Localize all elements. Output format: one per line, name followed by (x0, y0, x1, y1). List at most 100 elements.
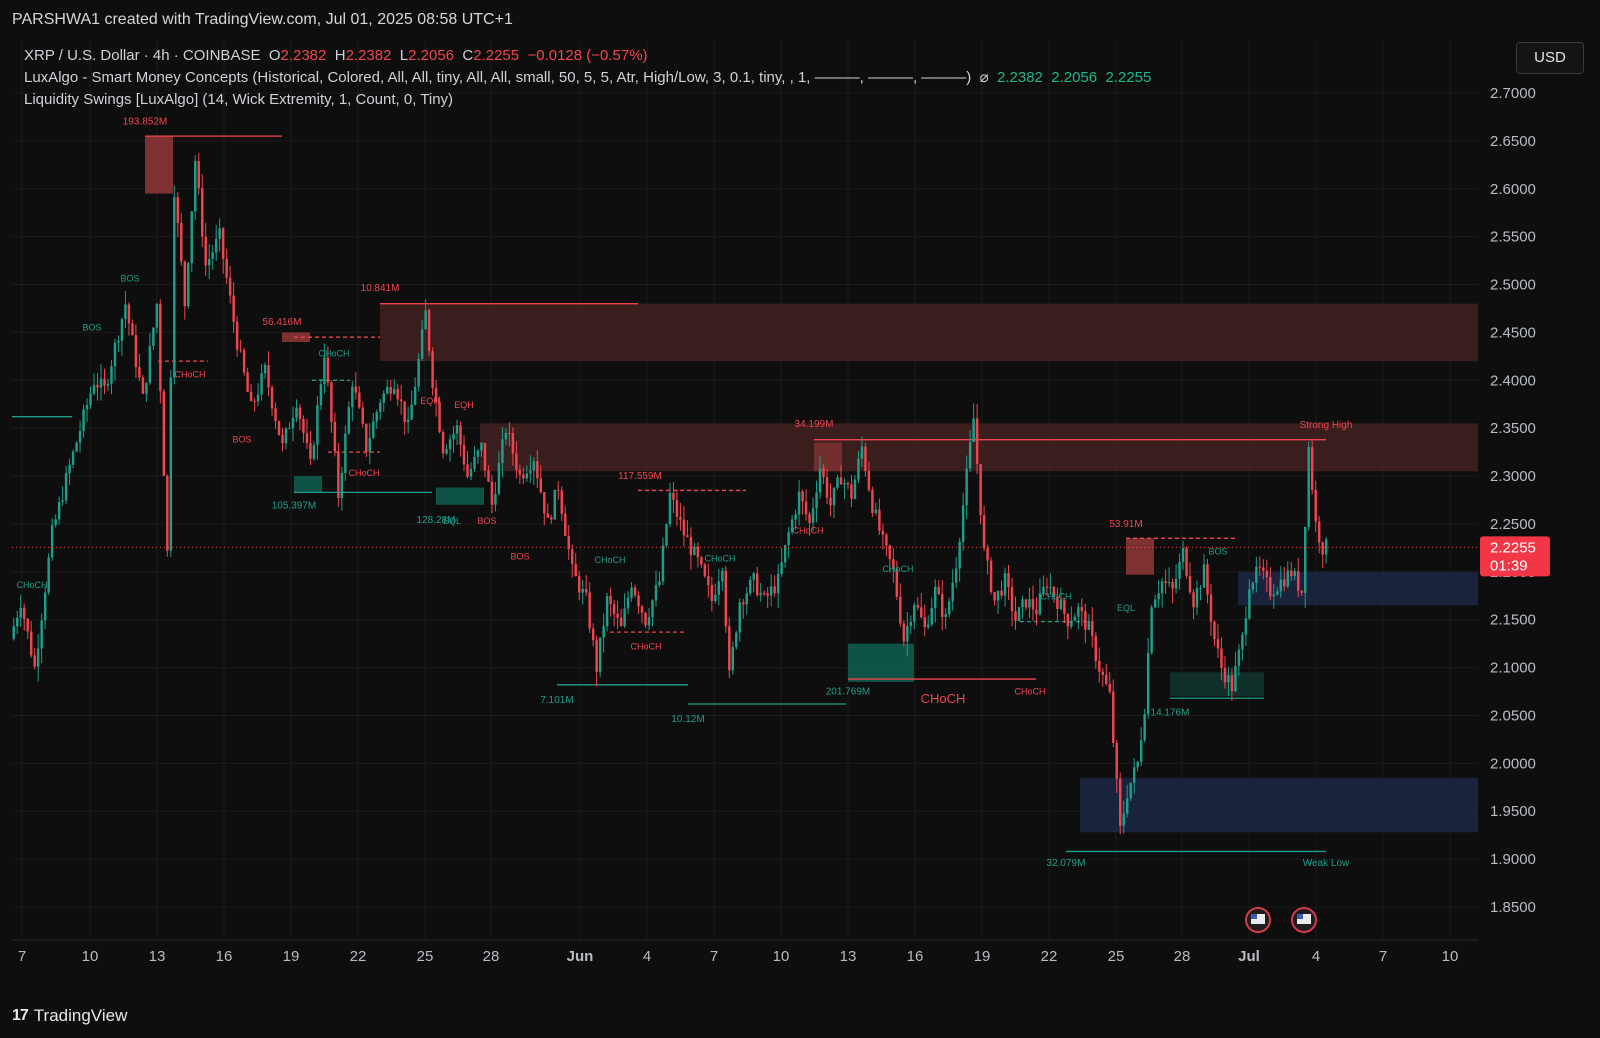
candle-body (50, 525, 54, 558)
candle-body (605, 596, 609, 627)
candle-body (396, 388, 399, 400)
candle-body (920, 607, 923, 618)
volume-annotation: 105.397M (272, 501, 316, 512)
candle-body (595, 640, 598, 672)
indicator-value-2: 2.2056 (1051, 69, 1098, 86)
candle-body (148, 345, 152, 383)
candle-body (1310, 447, 1314, 491)
open-value: 2.2382 (280, 47, 327, 64)
price-tick-label: 1.9500 (1490, 803, 1536, 820)
price-tick-label: 2.0500 (1490, 707, 1536, 724)
us-flag-icon-canton (1251, 914, 1257, 919)
candle-body (543, 492, 546, 514)
candle-body (619, 617, 623, 627)
order-block-box (294, 476, 322, 493)
indicator-liquidity-line[interactable]: Liquidity Swings [LuxAlgo] (14, Wick Ext… (24, 89, 1151, 111)
candle-body (1307, 447, 1310, 528)
candle-body (986, 548, 989, 561)
hidden-eye-icon[interactable]: ⌀ (980, 69, 989, 86)
candle-body (197, 161, 200, 189)
candle-body (239, 349, 242, 351)
price-tick-label: 1.9000 (1490, 851, 1536, 868)
candle-body (1262, 567, 1265, 571)
candle-body (1122, 813, 1125, 826)
candle-body (43, 592, 47, 621)
price-tick-label: 2.4000 (1490, 372, 1536, 389)
order-block-box (436, 487, 484, 505)
candle-body (1101, 671, 1104, 675)
chart-area[interactable]: 193.852M 10.841M 56.416M 34.199M 117.559M 53.… (0, 36, 1600, 996)
candle-body (1188, 575, 1192, 593)
candle-body (326, 357, 330, 383)
price-tick-label: 2.2500 (1490, 516, 1536, 533)
candle-body (647, 617, 651, 626)
candle-body (298, 407, 302, 419)
indicator-smc-line[interactable]: LuxAlgo - Smart Money Concepts (Historic… (24, 67, 1151, 89)
candle-body (207, 258, 211, 266)
candle-body (735, 632, 738, 648)
candle-body (560, 490, 563, 514)
candle-body (717, 581, 721, 595)
candle-body (427, 310, 431, 352)
candle-body (811, 508, 815, 523)
price-chart[interactable]: 193.852M 10.841M 56.416M 34.199M 117.559M 53.… (0, 36, 1600, 996)
structure-label: CHoCH (630, 641, 661, 651)
candle-body (780, 562, 783, 574)
candle-body (508, 432, 511, 434)
candle-body (1119, 778, 1122, 826)
candle-body (1293, 571, 1296, 576)
candle-body (550, 517, 553, 520)
candle-body (403, 401, 406, 422)
candle-body (26, 618, 29, 632)
candle-body (494, 493, 497, 505)
candle-body (1164, 581, 1167, 584)
candle-body (1321, 542, 1324, 555)
price-tick-label: 2.4500 (1490, 324, 1536, 341)
candle-body (375, 412, 378, 422)
indicator-liquidity-name[interactable]: Liquidity Swings [LuxAlgo] (14, Wick Ext… (24, 91, 453, 108)
candle-body (1283, 579, 1286, 587)
candle-body (201, 188, 204, 237)
candle-body (103, 378, 106, 386)
price-tick-label: 2.6000 (1490, 181, 1536, 198)
candle-body (267, 365, 270, 388)
structure-label: CHoCH (594, 555, 625, 565)
candle-body (61, 500, 64, 503)
us-flag-icon-canton (1297, 914, 1303, 919)
candle-body (16, 617, 19, 627)
candle-body (864, 446, 867, 472)
candle-body (668, 492, 672, 525)
change-value: −0.0128 (−0.57%) (527, 47, 648, 64)
candle-body (1174, 578, 1178, 589)
candle-body (808, 514, 811, 523)
symbol-ohlc-line[interactable]: XRP / U.S. Dollar · 4h · COINBASE O2.238… (24, 45, 1151, 67)
candle-body (525, 473, 529, 479)
candle-body (351, 386, 354, 408)
indicator-smc-name[interactable]: LuxAlgo - Smart Money Concepts (Historic… (24, 69, 971, 86)
candle-body (885, 534, 888, 546)
candle-body (923, 617, 926, 628)
candle-body (1248, 589, 1251, 619)
price-tick-label: 2.6500 (1490, 133, 1536, 150)
candle-body (801, 491, 804, 502)
candle-body (832, 487, 836, 506)
candle-body (1216, 639, 1220, 649)
candle-body (825, 477, 829, 498)
candle-body (40, 620, 43, 649)
candle-body (190, 211, 193, 263)
candle-body (934, 586, 937, 608)
candle-body (75, 442, 78, 452)
candle-body (591, 628, 595, 641)
candle-body (539, 478, 543, 493)
candle-body (33, 655, 36, 667)
symbol-description[interactable]: XRP / U.S. Dollar · 4h · COINBASE (24, 47, 260, 64)
candle-body (906, 625, 909, 642)
currency-button[interactable]: USD (1516, 42, 1584, 74)
candle-body (330, 382, 333, 422)
candle-body (1265, 570, 1269, 578)
candle-body (1209, 594, 1213, 622)
candle-body (1049, 586, 1052, 588)
candle-body (159, 303, 162, 392)
candle-body (797, 491, 801, 515)
candle-body (340, 472, 344, 499)
